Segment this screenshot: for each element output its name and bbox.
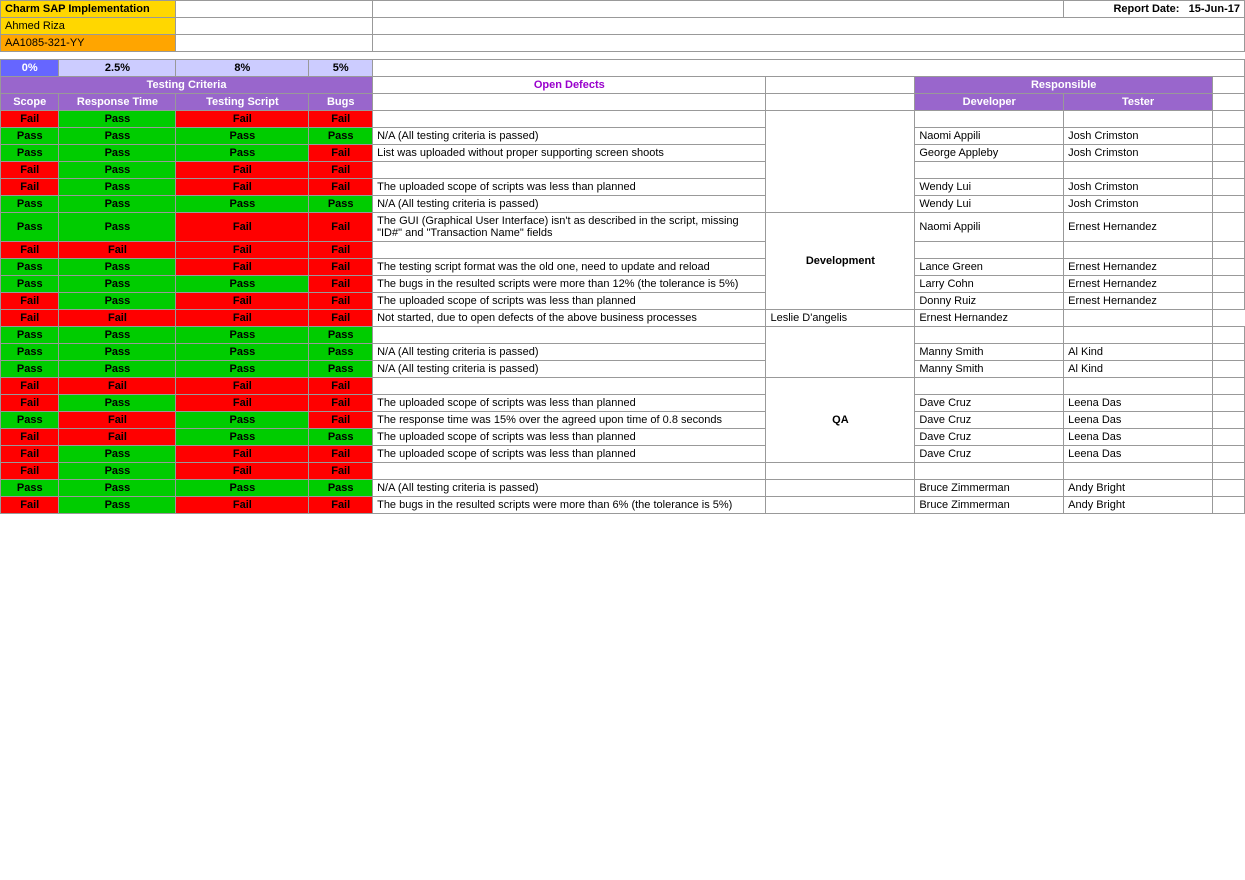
data-row: Pass Pass Pass Pass N/A (All testing cri… <box>1 480 1245 497</box>
pct-0: 0% <box>1 60 59 77</box>
data-row: Pass Pass Pass Pass N/A (All testing cri… <box>1 361 1245 378</box>
script-col-header: Testing Script <box>176 94 309 111</box>
data-row: Pass Fail Pass Fail The response time wa… <box>1 412 1245 429</box>
env-development-1 <box>766 111 915 213</box>
manager-row: Ahmed Riza <box>1 18 1245 35</box>
resp-pass: Pass <box>59 111 176 128</box>
bugs-fail: Fail <box>309 111 373 128</box>
section-header-4: Fail Fail Fail Fail QA <box>1 378 1245 395</box>
scope-fail: Fail <box>1 111 59 128</box>
report-date-value: 15-Jun-17 <box>1189 3 1240 15</box>
env-development: Development <box>766 213 915 310</box>
open-defects-header: Open Defects <box>373 77 766 94</box>
title-row: Charm SAP Implementation Report Date: 15… <box>1 1 1245 18</box>
tester-col-header: Tester <box>1064 94 1213 111</box>
env-qa-1 <box>766 327 915 378</box>
data-row: Fail Pass Fail Fail The uploaded scope o… <box>1 293 1245 310</box>
data-row: Fail Fail Fail Fail Not started, due to … <box>1 310 1245 327</box>
data-row: Fail Fail Pass Pass The uploaded scope o… <box>1 429 1245 446</box>
env-qa: QA <box>766 378 915 463</box>
bugs-col-header: Bugs <box>309 94 373 111</box>
data-row: Pass Pass Pass Pass N/A (All testing cri… <box>1 196 1245 213</box>
data-row: Pass Pass Pass Pass N/A (All testing cri… <box>1 128 1245 145</box>
scope-col-header: Scope <box>1 94 59 111</box>
developer-col-header: Developer <box>915 94 1064 111</box>
data-row: Pass Pass Pass Pass N/A (All testing cri… <box>1 344 1245 361</box>
data-row: Pass Pass Pass Fail List was uploaded wi… <box>1 145 1245 162</box>
spacer-row <box>1 52 1245 60</box>
section-header-3: Fail Fail Fail Fail <box>1 242 1245 259</box>
sub-header-row: Scope Response Time Testing Script Bugs … <box>1 94 1245 111</box>
pct-5: 5% <box>309 60 373 77</box>
section-header-2: Fail Pass Fail Fail <box>1 162 1245 179</box>
data-row: Pass Pass Fail Fail The testing script f… <box>1 259 1245 276</box>
data-row: Fail Pass Fail Fail The uploaded scope o… <box>1 179 1245 196</box>
project-code: AA1085-321-YY <box>1 35 176 52</box>
data-row: Pass Pass Fail Fail The GUI (Graphical U… <box>1 213 1245 242</box>
data-row: Pass Pass Pass Fail The bugs in the resu… <box>1 276 1245 293</box>
percentage-row: 0% 2.5% 8% 5% <box>1 60 1245 77</box>
project-title: Charm SAP Implementation <box>1 1 176 18</box>
section-header-5: Fail Pass Fail Fail <box>1 463 1245 480</box>
response-col-header: Response Time <box>59 94 176 111</box>
main-header-row: Testing Criteria Open Defects Responsibl… <box>1 77 1245 94</box>
manager-name: Ahmed Riza <box>1 18 176 35</box>
code-row: AA1085-321-YY <box>1 35 1245 52</box>
section-header-pass: Pass Pass Pass Pass <box>1 327 1245 344</box>
data-row: Fail Pass Fail Fail The uploaded scope o… <box>1 446 1245 463</box>
data-row: Fail Pass Fail Fail The bugs in the resu… <box>1 497 1245 514</box>
report-date-label: Report Date: <box>1113 3 1179 15</box>
section-header-1: Fail Pass Fail Fail <box>1 111 1245 128</box>
pct-2: 2.5% <box>59 60 176 77</box>
script-fail: Fail <box>176 111 309 128</box>
data-row: Fail Pass Fail Fail The uploaded scope o… <box>1 395 1245 412</box>
pct-8: 8% <box>176 60 309 77</box>
testing-criteria-header: Testing Criteria <box>1 77 373 94</box>
responsible-header: Responsible <box>915 77 1213 94</box>
